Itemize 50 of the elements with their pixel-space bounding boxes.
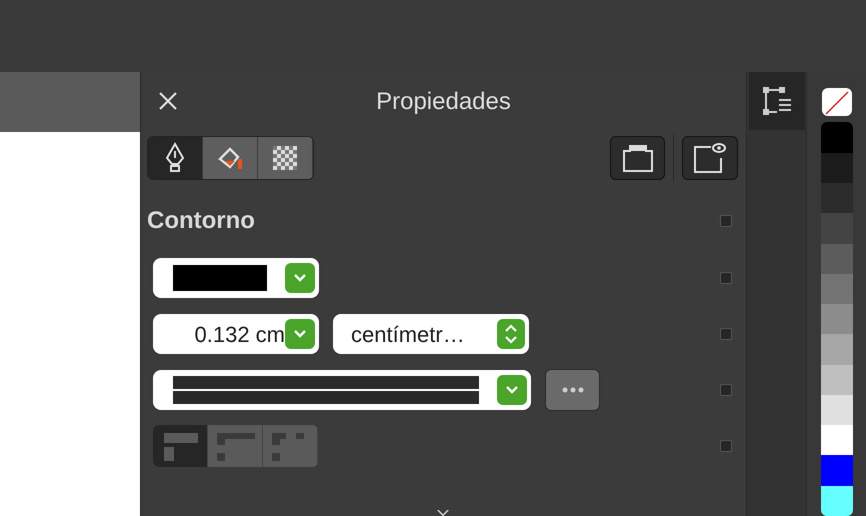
frame-eye-icon [693,142,727,174]
color-swatch[interactable] [820,394,852,426]
preview-button[interactable] [682,136,738,180]
pen-nib-icon [163,142,187,174]
color-swatch[interactable] [820,455,852,486]
up-down-chevron-icon [504,324,518,344]
frame-icon [622,143,654,173]
no-color-swatch[interactable] [822,88,852,116]
checkbox[interactable] [720,328,732,340]
checkbox[interactable] [720,272,732,284]
checkerboard-icon [273,146,297,170]
dropdown-button[interactable] [497,375,527,405]
color-swatch[interactable] [820,152,852,183]
units-value: centímetr… [351,320,465,348]
color-swatch[interactable] [820,425,852,456]
panel-title: Propiedades [376,87,511,117]
line-style-dropdown[interactable] [153,370,531,410]
transform-icon [761,85,793,117]
layout-button[interactable] [610,136,665,180]
stepper-button[interactable] [497,319,525,349]
chevron-down-icon [293,329,307,339]
color-swatch[interactable] [820,244,852,274]
checkbox[interactable] [720,384,732,396]
more-button[interactable] [545,369,600,411]
color-dropdown[interactable] [153,258,319,298]
close-button[interactable] [157,90,179,112]
chevron-down-icon [293,273,307,283]
color-swatch[interactable] [820,334,852,365]
dropdown-button[interactable] [285,319,315,349]
ellipsis-icon [562,387,584,393]
checkbox[interactable] [720,215,732,227]
color-swatch[interactable] [820,486,852,516]
color-swatch[interactable] [820,274,852,304]
chevron-down-icon [505,385,519,395]
width-field[interactable]: 0.132 cm [153,314,319,354]
width-value: 0.132 cm [194,320,285,348]
double-line-icon [173,376,479,404]
section-title: Contorno [147,206,255,236]
transform-button[interactable] [749,72,805,130]
dropdown-button[interactable] [285,263,315,293]
units-dropdown[interactable]: centímetr… [333,314,529,354]
color-swatch[interactable] [820,364,852,395]
chevron-down-icon [435,510,451,516]
outline-tab[interactable] [148,137,203,179]
color-swatch[interactable] [820,122,852,153]
color-swatch[interactable] [820,304,852,334]
color-swatch[interactable] [820,213,852,244]
checkbox[interactable] [720,440,732,452]
color-swatch[interactable] [820,182,852,214]
join-option[interactable] [153,425,208,467]
